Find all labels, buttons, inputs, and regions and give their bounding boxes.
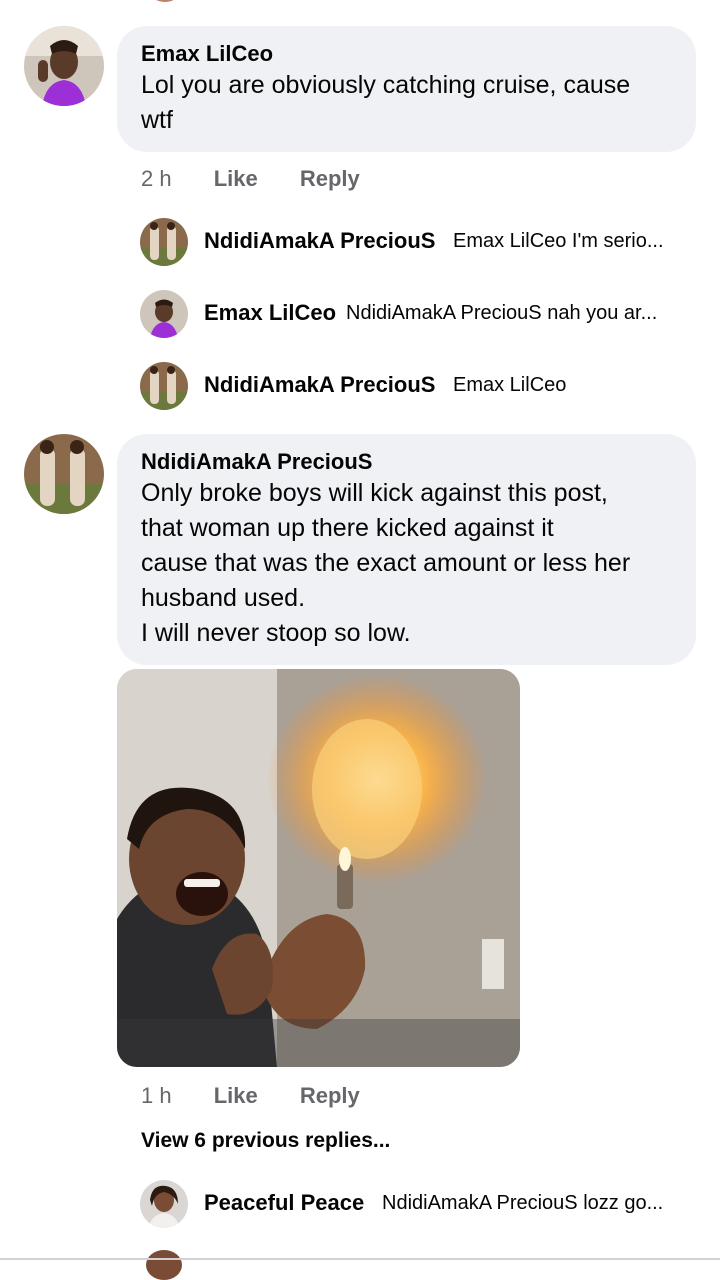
comment-text: Lol you are obviously catching cruise, c… xyxy=(141,71,631,134)
reply-text: Emax LilCeo xyxy=(453,374,567,396)
comment-text: Only broke boys will kick against this p… xyxy=(141,479,631,647)
reply-row[interactable]: NdidiAmakA PreciouS Emax LilCeo xyxy=(140,362,700,410)
avatar-ndidi[interactable] xyxy=(24,434,104,514)
like-button[interactable]: Like xyxy=(214,1083,258,1108)
comment-meta-2: 1 h Like Reply xyxy=(141,1083,396,1109)
avatar-partial-bottom xyxy=(146,1250,182,1280)
reply-author[interactable]: Peaceful Peace xyxy=(204,1190,364,1216)
avatar-ndidi[interactable] xyxy=(140,218,188,266)
comment-time: 1 h xyxy=(141,1083,172,1108)
reply-author[interactable]: NdidiAmakA PreciouS xyxy=(204,228,435,254)
avatar-peaceful[interactable] xyxy=(140,1180,188,1228)
meme-photo xyxy=(117,669,520,1067)
comment-bubble-1[interactable]: Emax LilCeo Lol you are obviously catchi… xyxy=(117,26,696,152)
reply-author[interactable]: NdidiAmakA PreciouS xyxy=(204,372,435,398)
view-previous-replies-link[interactable]: View 6 previous replies... xyxy=(141,1129,390,1153)
bottom-divider xyxy=(0,1258,720,1260)
like-button[interactable]: Like xyxy=(214,166,258,191)
reply-author[interactable]: Emax LilCeo xyxy=(204,300,336,326)
avatar-emax[interactable] xyxy=(140,290,188,338)
comment-time: 2 h xyxy=(141,166,172,191)
comment-bubble-2[interactable]: NdidiAmakA PreciouS Only broke boys will… xyxy=(117,434,696,665)
reply-text: NdidiAmakA PreciouS nah you ar... xyxy=(346,302,658,324)
avatar-ndidi[interactable] xyxy=(140,362,188,410)
avatar-emax[interactable] xyxy=(24,26,104,106)
comment-author[interactable]: Emax LilCeo xyxy=(141,40,672,68)
comment-image[interactable] xyxy=(117,669,520,1067)
reply-text: NdidiAmakA PreciouS lozz go... xyxy=(382,1192,664,1214)
reply-row[interactable]: Peaceful Peace NdidiAmakA PreciouS lozz … xyxy=(140,1180,700,1228)
reply-row[interactable]: NdidiAmakA PreciouS Emax LilCeo I'm seri… xyxy=(140,218,700,266)
comment-meta-1: 2 h Like Reply xyxy=(141,166,396,192)
reply-text: Emax LilCeo I'm serio... xyxy=(453,230,664,252)
reply-button[interactable]: Reply xyxy=(300,166,360,191)
comment-author[interactable]: NdidiAmakA PreciouS xyxy=(141,448,672,476)
reply-button[interactable]: Reply xyxy=(300,1083,360,1108)
avatar-partial-top xyxy=(150,0,180,2)
reply-row[interactable]: Emax LilCeo NdidiAmakA PreciouS nah you … xyxy=(140,290,700,338)
